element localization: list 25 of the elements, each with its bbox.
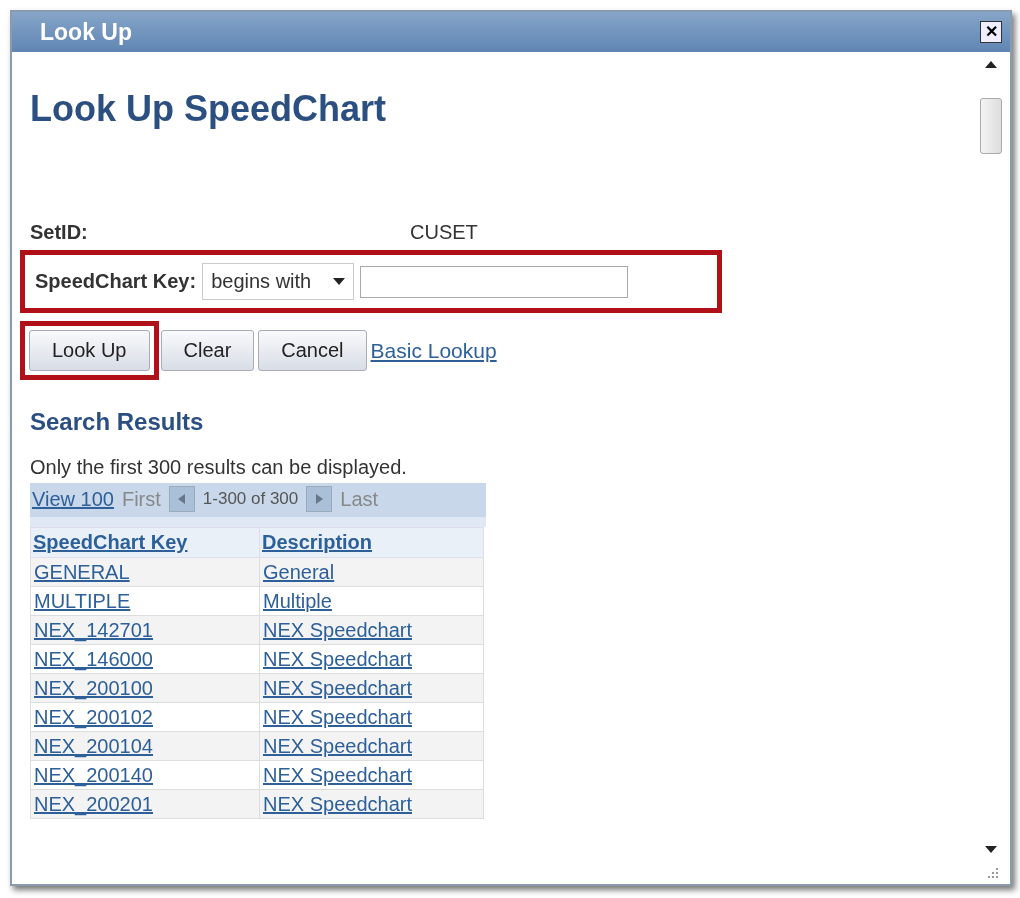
close-button[interactable]: ✕	[980, 21, 1002, 43]
operator-dropdown[interactable]: begins with	[202, 263, 355, 300]
field-value: CUSET	[410, 221, 478, 244]
next-icon[interactable]	[306, 486, 333, 512]
field-label: SpeedChart Key:	[35, 270, 197, 293]
action-button[interactable]: Cancel	[258, 330, 367, 371]
view-all-link[interactable]: View 100	[32, 487, 114, 511]
input-field[interactable]	[360, 265, 629, 298]
scroll-down-icon[interactable]	[985, 846, 997, 854]
action-button[interactable]: Look Up	[29, 330, 150, 371]
first-label: First	[121, 487, 161, 511]
previous-icon[interactable]	[168, 486, 195, 512]
window-title: Look Up	[40, 18, 132, 46]
action-button[interactable]: Clear	[160, 330, 255, 371]
field-label: SetID:	[30, 221, 89, 244]
resize-grip-icon[interactable]	[986, 866, 1000, 880]
scroll-thumb[interactable]	[980, 98, 1002, 154]
caret-icon	[333, 277, 346, 286]
page-range: 1-300 of 300	[202, 489, 299, 509]
lookup-link[interactable]: Basic Lookup	[370, 338, 497, 362]
scroll-up-icon[interactable]	[985, 60, 997, 68]
results-note: Only the first 300 results can be displayed.	[30, 456, 408, 479]
section-heading: Search Results	[30, 408, 205, 436]
page-heading: Look Up SpeedChart	[30, 88, 388, 130]
last-label: Last	[340, 487, 379, 511]
